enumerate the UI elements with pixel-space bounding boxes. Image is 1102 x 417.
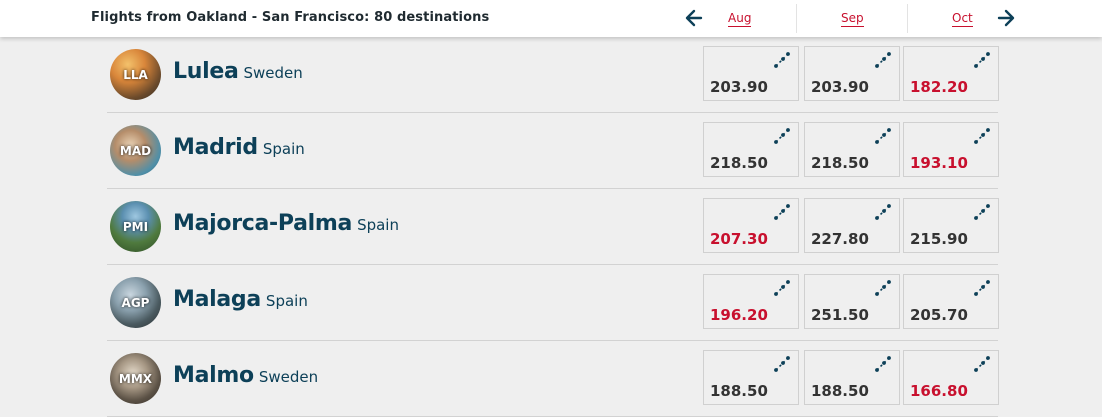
month-divider	[907, 4, 908, 33]
price-trend-icon	[875, 52, 891, 68]
price-value: 227.80	[811, 230, 869, 248]
price-box-aug[interactable]: 218.50	[703, 122, 799, 177]
price-box-sep[interactable]: 251.50	[804, 274, 900, 329]
price-trend-icon	[774, 280, 790, 296]
destination-row[interactable]: PMI Majorca-Palma Spain 207.30 227.80 215…	[107, 189, 999, 265]
city-name: Malaga	[173, 287, 261, 312]
destination-name[interactable]: Majorca-Palma Spain	[173, 211, 399, 236]
destination-name[interactable]: Lulea Sweden	[173, 59, 303, 84]
destination-row[interactable]: AGP Malaga Spain 196.20 251.50 205.70	[107, 265, 999, 341]
country-name: Spain	[262, 140, 305, 158]
avatar: MMX	[110, 353, 161, 404]
airport-code: PMI	[122, 219, 149, 234]
price-box-oct[interactable]: 182.20	[903, 46, 999, 101]
avatar: LLA	[110, 49, 161, 100]
price-trend-icon	[774, 52, 790, 68]
tab-month-oct[interactable]: Oct	[952, 11, 973, 27]
price-trend-icon	[875, 280, 891, 296]
price-trend-icon	[875, 204, 891, 220]
month-divider	[796, 4, 797, 33]
price-box-sep[interactable]: 218.50	[804, 122, 900, 177]
price-trend-icon	[974, 204, 990, 220]
price-box-sep[interactable]: 203.90	[804, 46, 900, 101]
country-name: Sweden	[258, 368, 319, 386]
price-value: 188.50	[710, 382, 768, 400]
price-box-aug[interactable]: 196.20	[703, 274, 799, 329]
country-name: Sweden	[243, 64, 303, 82]
country-name: Spain	[357, 216, 399, 234]
price-value: 215.90	[910, 230, 968, 248]
price-value: 196.20	[710, 306, 768, 324]
price-box-oct[interactable]: 215.90	[903, 198, 999, 253]
airport-code: AGP	[121, 295, 150, 310]
price-box-aug[interactable]: 207.30	[703, 198, 799, 253]
price-value: 182.20	[910, 78, 968, 96]
price-trend-icon	[974, 356, 990, 372]
destination-row[interactable]: MAD Madrid Spain 218.50 218.50 193.10	[107, 113, 999, 189]
price-box-oct[interactable]: 205.70	[903, 274, 999, 329]
arrow-right-icon[interactable]	[996, 8, 1016, 28]
airport-code: LLA	[123, 67, 148, 82]
price-value: 188.50	[811, 382, 869, 400]
tab-month-sep[interactable]: Sep	[841, 11, 864, 27]
price-trend-icon	[974, 128, 990, 144]
country-name: Spain	[265, 292, 308, 310]
price-box-oct[interactable]: 166.80	[903, 350, 999, 405]
city-name: Malmo	[173, 363, 254, 388]
city-name: Lulea	[173, 59, 239, 84]
tab-month-aug[interactable]: Aug	[728, 11, 752, 27]
header-bar: Flights from Oakland - San Francisco: 80…	[0, 0, 1102, 37]
price-box-aug[interactable]: 188.50	[703, 350, 799, 405]
price-box-sep[interactable]: 227.80	[804, 198, 900, 253]
avatar: MAD	[110, 125, 161, 176]
destination-name[interactable]: Malaga Spain	[173, 287, 308, 312]
destination-row[interactable]: MMX Malmo Sweden 188.50 188.50 166.80	[107, 341, 999, 417]
price-box-sep[interactable]: 188.50	[804, 350, 900, 405]
price-trend-icon	[774, 356, 790, 372]
price-box-aug[interactable]: 203.90	[703, 46, 799, 101]
price-trend-icon	[875, 356, 891, 372]
destination-name[interactable]: Madrid Spain	[173, 135, 305, 160]
price-box-oct[interactable]: 193.10	[903, 122, 999, 177]
price-value: 207.30	[710, 230, 768, 248]
arrow-left-icon[interactable]	[684, 8, 704, 28]
price-value: 218.50	[811, 154, 869, 172]
destination-name[interactable]: Malmo Sweden	[173, 363, 318, 388]
price-trend-icon	[974, 52, 990, 68]
destination-row[interactable]: LLA Lulea Sweden 203.90 203.90 182.20	[107, 37, 999, 113]
price-trend-icon	[974, 280, 990, 296]
price-value: 218.50	[710, 154, 768, 172]
price-value: 166.80	[910, 382, 968, 400]
price-value: 251.50	[811, 306, 869, 324]
page-title: Flights from Oakland - San Francisco: 80…	[91, 10, 490, 25]
price-value: 205.70	[910, 306, 968, 324]
price-trend-icon	[774, 128, 790, 144]
airport-code: MAD	[119, 143, 152, 158]
price-value: 193.10	[910, 154, 968, 172]
price-value: 203.90	[710, 78, 768, 96]
avatar: PMI	[110, 201, 161, 252]
price-value: 203.90	[811, 78, 869, 96]
city-name: Majorca-Palma	[173, 211, 353, 236]
price-trend-icon	[875, 128, 891, 144]
price-trend-icon	[774, 204, 790, 220]
city-name: Madrid	[173, 135, 258, 160]
avatar: AGP	[110, 277, 161, 328]
airport-code: MMX	[118, 371, 153, 386]
